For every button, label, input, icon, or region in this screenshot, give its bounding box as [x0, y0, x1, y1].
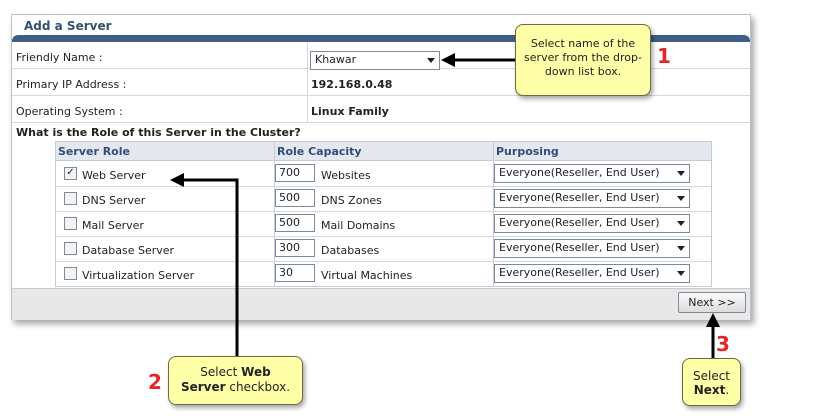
callout-1-text: Select name of the server from the drop-… — [524, 37, 642, 78]
step-number-1: 1 — [657, 44, 671, 68]
callout-2-text: Select Web Server checkbox. — [180, 365, 291, 394]
arrowhead-icon — [170, 173, 184, 187]
step-number-3: 3 — [716, 332, 730, 356]
callout-3: Select Next. — [682, 358, 741, 406]
callout-3-text: Select Next. — [692, 369, 731, 397]
callout-2: Select Web Server checkbox. — [168, 356, 303, 405]
annotation-arrows — [170, 53, 720, 358]
callout-1: Select name of the server from the drop-… — [515, 24, 651, 96]
arrowhead-icon — [706, 313, 720, 327]
arrowhead-icon — [441, 53, 455, 67]
step-number-2: 2 — [148, 370, 162, 394]
callout-2-arrow — [184, 178, 239, 358]
